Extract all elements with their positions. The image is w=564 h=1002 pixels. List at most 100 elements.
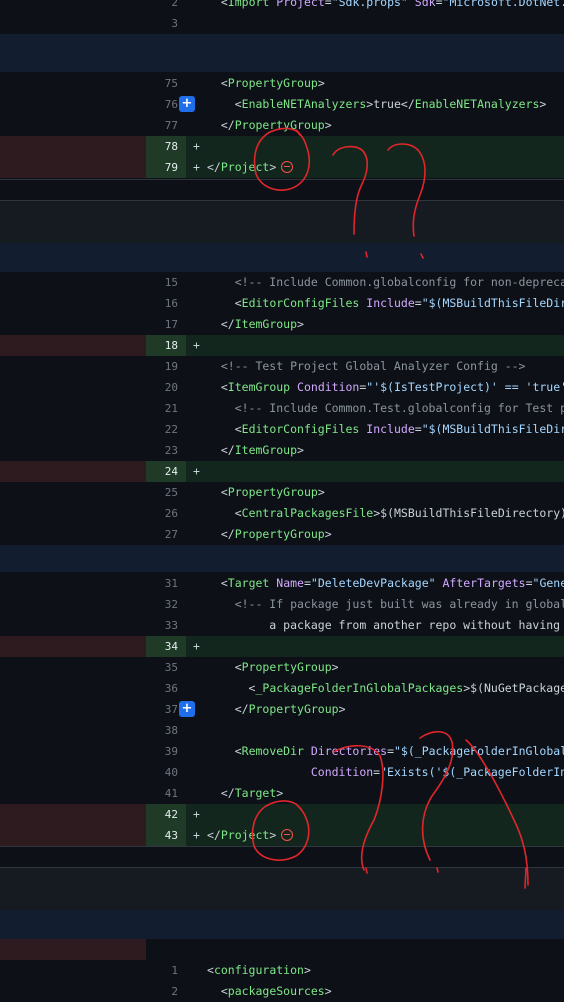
- section-divider: [0, 200, 564, 201]
- file-gap: [0, 867, 564, 910]
- line-number[interactable]: 21: [146, 398, 186, 419]
- old-side-gutter: [0, 741, 146, 762]
- added-line: 43 + </Project>: [0, 825, 564, 846]
- line-number[interactable]: 32: [146, 594, 186, 615]
- context-line: 2 <Import Project="Sdk.props" Sdk="Micro…: [0, 0, 564, 13]
- line-number[interactable]: 23: [146, 440, 186, 461]
- line-number[interactable]: 3: [146, 13, 186, 34]
- old-side-gutter: [0, 94, 146, 115]
- section-divider: [0, 846, 564, 847]
- old-side-gutter: [0, 699, 146, 720]
- line-number[interactable]: 2: [146, 0, 186, 13]
- hunk-expander[interactable]: [0, 243, 564, 272]
- old-side-gutter: [0, 13, 146, 34]
- line-number[interactable]: 34: [146, 636, 186, 657]
- line-number[interactable]: 79: [146, 157, 186, 178]
- old-side-gutter: [0, 0, 146, 13]
- line-number[interactable]: 1: [146, 960, 186, 981]
- added-line-bg: [186, 804, 564, 825]
- hunk-expander[interactable]: [0, 910, 564, 939]
- code-text: </Project>: [207, 825, 294, 846]
- context-line: 40 Condition="Exists('$(_PackageFolderIn…: [0, 762, 564, 783]
- old-side-gutter: [0, 804, 146, 825]
- context-line: 37 </PropertyGroup> +: [0, 699, 564, 720]
- context-line: 26 <CentralPackagesFile>$(MSBuildThisFil…: [0, 503, 564, 524]
- context-line: 2 <packageSources>: [0, 981, 564, 1002]
- context-line: 20 <ItemGroup Condition="'$(IsTestProjec…: [0, 377, 564, 398]
- old-side-gutter: [0, 377, 146, 398]
- line-number[interactable]: 38: [146, 720, 186, 741]
- context-line: 27 </PropertyGroup>: [0, 524, 564, 545]
- old-side-gutter: [0, 783, 146, 804]
- line-number[interactable]: 33: [146, 615, 186, 636]
- old-side-gutter: [0, 73, 146, 94]
- line-number[interactable]: 39: [146, 741, 186, 762]
- line-number[interactable]: 42: [146, 804, 186, 825]
- old-side-gutter: [0, 293, 146, 314]
- line-number[interactable]: 18: [146, 335, 186, 356]
- context-line: 23 </ItemGroup>: [0, 440, 564, 461]
- line-number[interactable]: 16: [146, 293, 186, 314]
- line-number[interactable]: 31: [146, 573, 186, 594]
- context-line: 39 <RemoveDir Directories="$(_PackageFol…: [0, 741, 564, 762]
- code-text: <RemoveDir Directories="$(_PackageFolder…: [234, 744, 564, 758]
- context-line: 35 <PropertyGroup>: [0, 657, 564, 678]
- context-line: 22 <EditorConfigFiles Include="$(MSBuild…: [0, 419, 564, 440]
- context-line: [0, 939, 564, 960]
- code-text: <EditorConfigFiles Include="$(MSBuildThi…: [234, 422, 564, 436]
- line-number[interactable]: 24: [146, 461, 186, 482]
- code-text: <PropertyGroup>: [220, 485, 325, 499]
- line-number[interactable]: 19: [146, 356, 186, 377]
- old-side-gutter: [0, 524, 146, 545]
- code-text: <PropertyGroup>: [234, 660, 339, 674]
- old-side-gutter: [0, 335, 146, 356]
- old-side-gutter: [0, 657, 146, 678]
- expand-comment-plus-icon[interactable]: +: [179, 701, 195, 717]
- old-side-gutter: [0, 939, 146, 960]
- old-side-gutter: [0, 314, 146, 335]
- code-text: <!-- Include Common.Test.globalconfig fo…: [207, 401, 564, 415]
- context-line: 75 <PropertyGroup>: [0, 73, 564, 94]
- line-number[interactable]: 78: [146, 136, 186, 157]
- line-number[interactable]: 36: [146, 678, 186, 699]
- added-line: 18 +: [0, 335, 564, 356]
- old-side-gutter: [0, 573, 146, 594]
- context-line: 38: [0, 720, 564, 741]
- line-number[interactable]: 41: [146, 783, 186, 804]
- line-number[interactable]: 35: [146, 657, 186, 678]
- added-line-bg: [186, 461, 564, 482]
- old-side-gutter: [0, 762, 146, 783]
- old-side-gutter: [0, 356, 146, 377]
- old-side-gutter: [0, 136, 146, 157]
- line-number[interactable]: 77: [146, 115, 186, 136]
- line-number[interactable]: 26: [146, 503, 186, 524]
- context-line: 3: [0, 13, 564, 34]
- expand-comment-plus-icon[interactable]: +: [179, 96, 195, 112]
- added-marker: +: [193, 464, 200, 478]
- line-number[interactable]: 25: [146, 482, 186, 503]
- line-number[interactable]: 22: [146, 419, 186, 440]
- added-line-bg: [186, 136, 564, 157]
- old-side-gutter: [0, 981, 146, 1002]
- line-number[interactable]: 15: [146, 272, 186, 293]
- added-marker: +: [193, 807, 200, 821]
- line-number[interactable]: 20: [146, 377, 186, 398]
- old-side-gutter: [0, 461, 146, 482]
- old-side-gutter: [0, 482, 146, 503]
- code-text: <Import Project="Sdk.props" Sdk="Microso…: [220, 0, 564, 9]
- hunk-expander[interactable]: [0, 545, 564, 572]
- line-number[interactable]: 75: [146, 73, 186, 94]
- line-number[interactable]: 27: [146, 524, 186, 545]
- line-number[interactable]: 17: [146, 314, 186, 335]
- added-line: 78 +: [0, 136, 564, 157]
- file-gap: [0, 200, 564, 243]
- context-line: 77 </PropertyGroup>: [0, 115, 564, 136]
- line-number[interactable]: 40: [146, 762, 186, 783]
- line-number[interactable]: 43: [146, 825, 186, 846]
- code-text: <ItemGroup Condition="'$(IsTestProject)'…: [220, 380, 564, 394]
- code-text: <configuration>: [207, 963, 311, 977]
- section-divider: [0, 179, 564, 180]
- hunk-expander[interactable]: [0, 34, 564, 72]
- old-side-gutter: [0, 272, 146, 293]
- line-number[interactable]: 2: [146, 981, 186, 1002]
